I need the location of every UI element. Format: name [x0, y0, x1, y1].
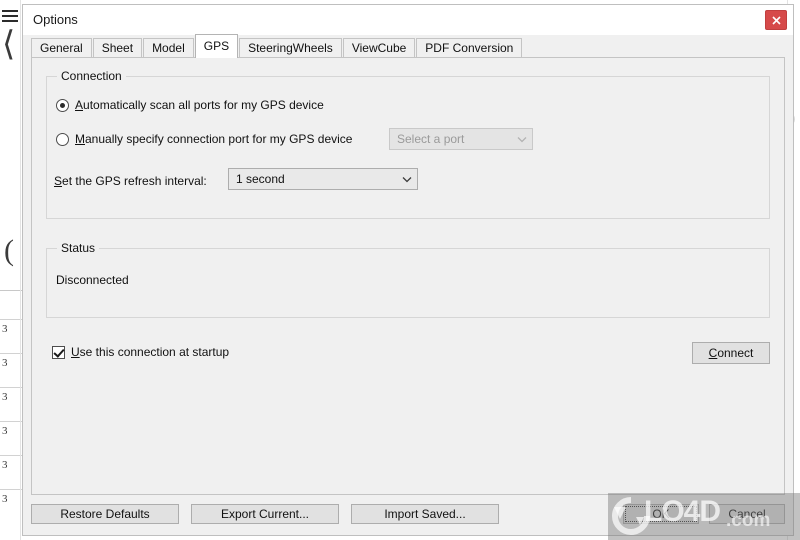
- refresh-interval-combo[interactable]: 1 second: [228, 168, 418, 190]
- checkbox-indicator[interactable]: [52, 345, 65, 359]
- tab-strip: General Sheet Model GPS SteeringWheels V…: [31, 34, 785, 58]
- connect-button-text: onnect: [717, 346, 754, 360]
- title-bar: Options: [23, 5, 793, 35]
- ruler-number: 3: [2, 425, 8, 437]
- tab-general[interactable]: General: [31, 38, 92, 57]
- import-saved-button[interactable]: Import Saved...: [351, 504, 499, 524]
- tab-gps[interactable]: GPS: [194, 34, 239, 58]
- connect-button[interactable]: Connect: [692, 342, 770, 364]
- chevron-down-icon: [512, 136, 532, 143]
- use-connection-at-startup-text: se this connection at startup: [79, 345, 230, 359]
- refresh-interval-label: Set the GPS refresh interval:: [54, 174, 207, 188]
- dialog-footer: Restore Defaults Export Current... Impor…: [23, 495, 793, 535]
- tab-pdf-conversion[interactable]: PDF Conversion: [416, 38, 523, 57]
- ruler-number: 3: [2, 459, 8, 471]
- use-connection-at-startup-checkbox[interactable]: Use this connection at startup: [52, 345, 229, 359]
- accel-key: C: [708, 346, 718, 360]
- export-current-button[interactable]: Export Current...: [191, 504, 339, 524]
- connection-group-title: Connection: [57, 69, 126, 83]
- window-title: Options: [33, 12, 78, 27]
- accel-key: S: [54, 174, 63, 188]
- radio-manual-port-indicator[interactable]: [56, 132, 69, 146]
- status-groupbox: Status: [46, 241, 770, 318]
- radio-auto-scan-label: Automatically scan all ports for my GPS …: [75, 98, 324, 112]
- refresh-interval-value: 1 second: [236, 172, 285, 186]
- background-divider: [20, 0, 21, 540]
- status-value: Disconnected: [56, 273, 129, 287]
- refresh-interval-label-text: et the GPS refresh interval:: [62, 174, 207, 188]
- status-group-title: Status: [57, 241, 100, 255]
- port-select-combo[interactable]: Select a port: [389, 128, 533, 150]
- radio-manual-port-text: anually specify connection port for my G…: [85, 132, 353, 146]
- cancel-button[interactable]: Cancel: [709, 504, 785, 524]
- tab-viewcube[interactable]: ViewCube: [342, 38, 416, 57]
- restore-defaults-button[interactable]: Restore Defaults: [31, 504, 179, 524]
- radio-auto-scan-indicator[interactable]: [56, 98, 69, 112]
- radio-auto-scan[interactable]: Automatically scan all ports for my GPS …: [56, 98, 324, 112]
- decorative-bracket-left: ⟨: [2, 26, 16, 63]
- ruler-number: 3: [2, 323, 8, 335]
- tab-model[interactable]: Model: [143, 38, 194, 57]
- tab-sheet[interactable]: Sheet: [92, 38, 143, 57]
- ok-button[interactable]: OK: [623, 504, 699, 524]
- tab-steeringwheels[interactable]: SteeringWheels: [239, 38, 342, 57]
- ruler-number: 3: [2, 391, 8, 403]
- radio-manual-port[interactable]: Manually specify connection port for my …: [56, 132, 352, 146]
- options-dialog: Options General Sheet Model GPS Steering…: [22, 4, 794, 536]
- radio-auto-scan-text: utomatically scan all ports for my GPS d…: [83, 98, 324, 112]
- chevron-down-icon: [397, 176, 417, 183]
- accel-key: M: [75, 132, 85, 146]
- close-icon[interactable]: [765, 10, 787, 30]
- use-connection-at-startup-label: Use this connection at startup: [71, 345, 229, 359]
- accel-key: A: [75, 98, 84, 112]
- ruler-number: 3: [2, 357, 8, 369]
- gps-tab-page: Connection Automatically scan all ports …: [31, 57, 785, 495]
- connect-button-label: Connect: [709, 346, 754, 360]
- radio-manual-port-label: Manually specify connection port for my …: [75, 132, 352, 146]
- background-ruler: 3 3 3 3 3 3: [0, 290, 22, 540]
- hamburger-menu-icon[interactable]: [2, 10, 18, 22]
- accel-key: U: [71, 345, 80, 359]
- decorative-bracket-mid: (: [4, 234, 14, 267]
- port-select-value: Select a port: [397, 132, 465, 146]
- ruler-number: 3: [2, 493, 8, 505]
